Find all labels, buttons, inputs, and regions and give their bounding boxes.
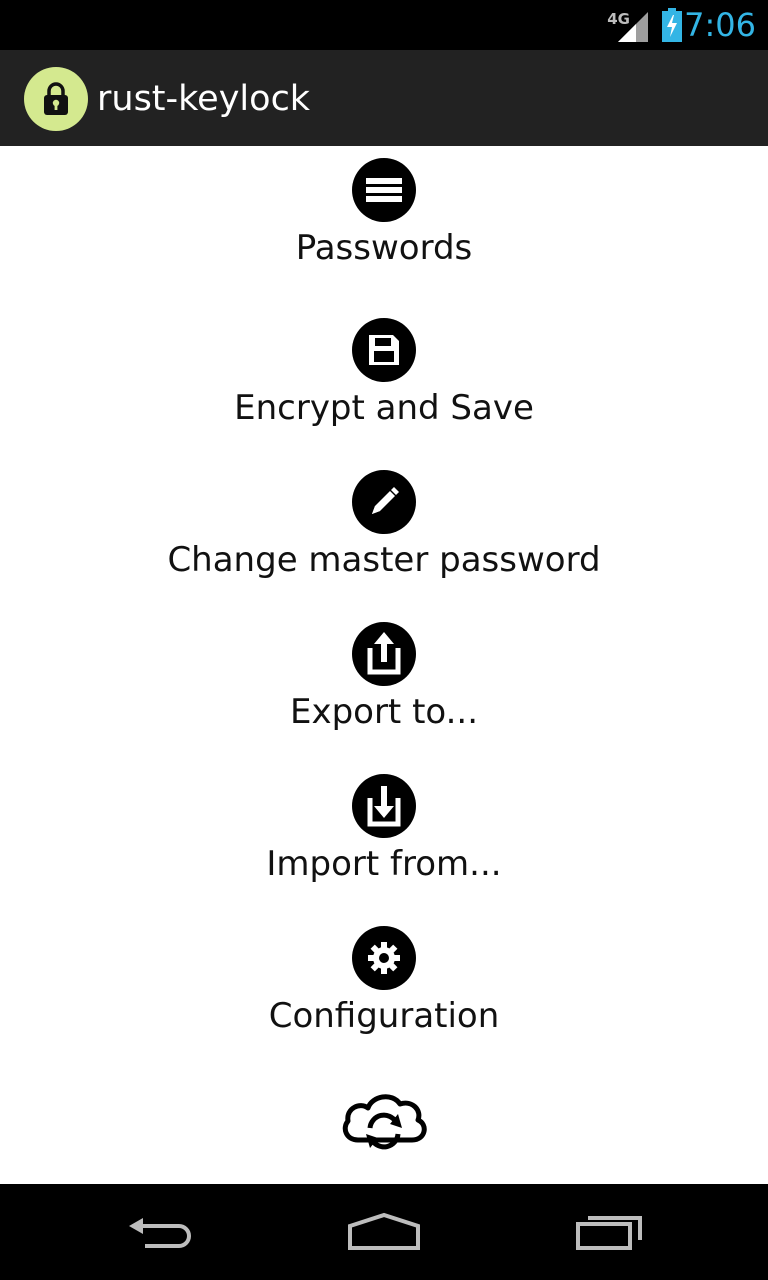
menu-item-label: Change master password (167, 540, 601, 580)
menu-item-label: Export to... (289, 692, 479, 732)
clock: 7:06 (684, 6, 756, 44)
navigation-bar (0, 1184, 768, 1280)
menu-item-export[interactable]: Export to... (0, 622, 768, 732)
menu-item-label: Configuration (268, 996, 500, 1036)
home-button[interactable] (329, 1204, 439, 1260)
home-icon (348, 1212, 420, 1250)
list-icon (352, 158, 416, 222)
menu-item-label: Passwords (295, 228, 473, 268)
cloud-sync-icon (342, 1094, 427, 1150)
menu-item-cloud-sync[interactable] (0, 1088, 768, 1160)
pencil-icon (352, 470, 416, 534)
action-bar: rust-keylock (0, 50, 768, 146)
app-title: rust-keylock (97, 79, 311, 119)
menu-item-passwords[interactable]: Passwords (0, 158, 768, 268)
status-bar: 4G 7:06 (0, 0, 768, 50)
battery-charging-icon (662, 8, 682, 42)
app-icon[interactable] (24, 67, 88, 131)
main-menu: Passwords Encrypt and Save Change master… (0, 146, 768, 1184)
recents-icon (576, 1216, 642, 1250)
recents-button[interactable] (555, 1204, 665, 1260)
back-icon (129, 1218, 191, 1248)
signal-icon (618, 12, 648, 42)
menu-item-configuration[interactable]: Configuration (0, 926, 768, 1036)
menu-item-encrypt-save[interactable]: Encrypt and Save (0, 318, 768, 428)
back-button[interactable] (105, 1204, 215, 1260)
gear-icon (352, 926, 416, 990)
menu-item-import[interactable]: Import from... (0, 774, 768, 884)
save-icon (352, 318, 416, 382)
menu-item-label: Encrypt and Save (234, 388, 534, 428)
import-icon (352, 774, 416, 838)
menu-item-label: Import from... (266, 844, 502, 884)
menu-item-change-master-password[interactable]: Change master password (0, 470, 768, 580)
export-icon (352, 622, 416, 686)
lock-icon (44, 82, 68, 115)
